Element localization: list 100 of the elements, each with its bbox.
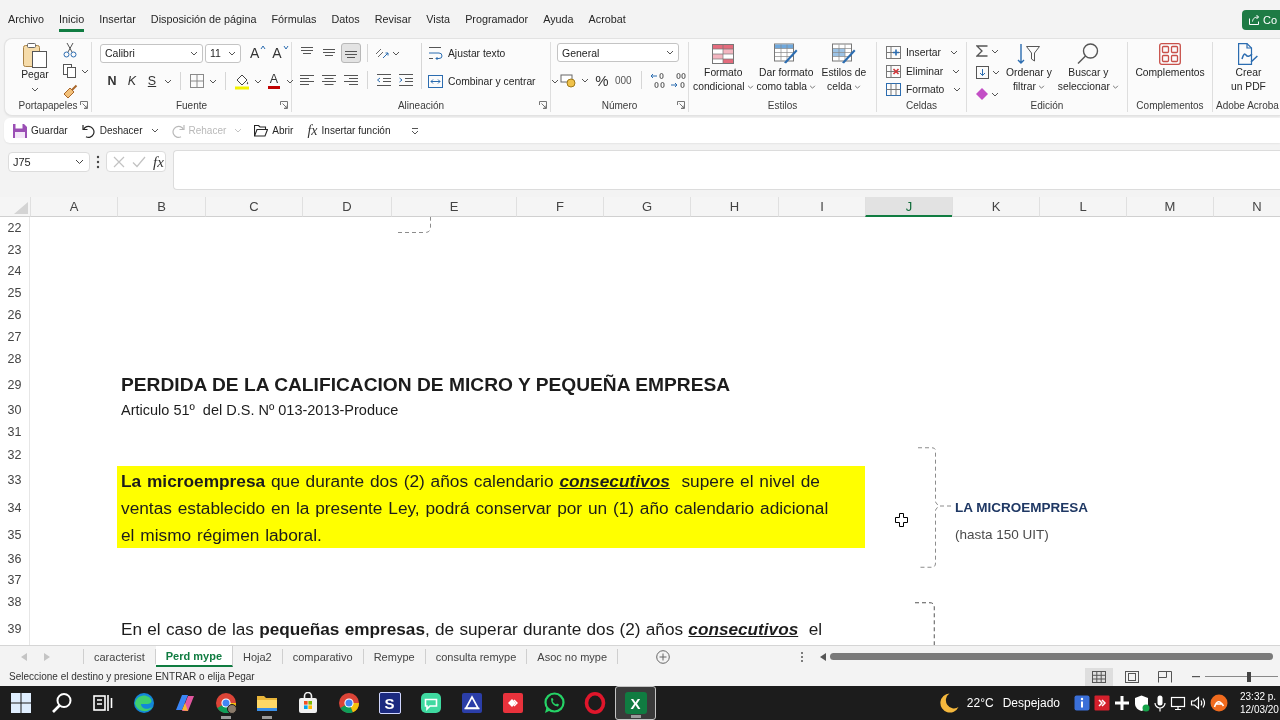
row-header[interactable]: 24 xyxy=(0,260,30,282)
caret-icon[interactable] xyxy=(392,50,400,56)
undo-button[interactable]: Deshacer xyxy=(81,123,143,138)
font-color-button[interactable]: A xyxy=(266,71,282,91)
row-header[interactable]: 37 xyxy=(0,569,30,591)
caret-icon[interactable] xyxy=(991,48,999,54)
sheet-tab[interactable]: comparativo xyxy=(282,649,364,664)
row-header[interactable]: 26 xyxy=(0,304,30,326)
find-select-button[interactable]: Buscar y seleccionar xyxy=(1057,42,1119,98)
sheet-tab[interactable]: Hoja2 xyxy=(233,649,283,664)
caret-icon[interactable] xyxy=(991,91,999,97)
eraser-icon[interactable] xyxy=(976,88,988,100)
ribbon-tab[interactable]: Ayuda xyxy=(543,10,574,32)
row-header[interactable]: 23 xyxy=(0,239,30,260)
caret-icon[interactable] xyxy=(992,70,1000,75)
thousands-button[interactable]: 000 xyxy=(615,70,632,90)
weather-text[interactable]: Despejado xyxy=(1002,696,1060,710)
more-options-icon[interactable] xyxy=(800,650,804,663)
taskbar-app-button[interactable]: X xyxy=(615,686,656,720)
percent-button[interactable]: % xyxy=(594,70,610,90)
insert-function-button[interactable]: fx xyxy=(153,153,164,170)
add-circle-icon[interactable] xyxy=(656,649,671,664)
speaker-icon[interactable] xyxy=(1190,695,1206,711)
cell-styles-button[interactable]: Estilos de celda xyxy=(818,42,869,98)
share-button[interactable]: Co xyxy=(1241,10,1280,30)
sheet-tab[interactable]: Perd mype xyxy=(155,646,233,667)
column-header[interactable]: M xyxy=(1126,197,1213,217)
merge-center-button[interactable]: Combinar y centrar xyxy=(428,71,559,91)
caret-icon[interactable] xyxy=(209,78,217,84)
dialog-launcher-icon[interactable] xyxy=(539,101,547,109)
column-header[interactable]: B xyxy=(117,197,205,217)
align-right-icon[interactable] xyxy=(344,74,358,86)
indent-increase-icon[interactable] xyxy=(399,74,413,86)
row-header[interactable]: 34 xyxy=(0,494,30,521)
shield-icon[interactable] xyxy=(1134,694,1150,712)
row-header[interactable]: 32 xyxy=(0,443,30,466)
sort-filter-button[interactable]: Ordenar y filtrar xyxy=(1006,42,1052,98)
caret-icon[interactable] xyxy=(150,128,159,133)
customize-toolbar-icon[interactable] xyxy=(410,126,421,135)
ribbon-tab[interactable]: Acrobat xyxy=(588,10,626,32)
caret-icon[interactable] xyxy=(164,78,172,84)
row-header[interactable]: 36 xyxy=(0,548,30,569)
info-icon[interactable] xyxy=(1074,695,1090,711)
sum-icon[interactable] xyxy=(976,45,988,57)
plus-icon[interactable] xyxy=(1114,695,1130,711)
caret-icon[interactable] xyxy=(254,78,262,84)
decimal-increase-icon[interactable] xyxy=(650,72,666,88)
align-center-icon[interactable] xyxy=(322,74,336,86)
format-cells-button[interactable]: Formato xyxy=(886,81,962,98)
money-icon[interactable] xyxy=(560,72,576,88)
clock-date[interactable]: 12/03/20 xyxy=(1240,703,1279,716)
copy-icon[interactable] xyxy=(62,63,78,79)
format-as-table-button[interactable]: Dar formato como tabla xyxy=(756,42,816,98)
fill-bucket-icon[interactable] xyxy=(234,72,250,90)
wrap-text-button[interactable]: Ajustar texto xyxy=(428,43,506,63)
column-header[interactable]: K xyxy=(952,197,1039,217)
column-header[interactable]: D xyxy=(302,197,391,217)
temperature-text[interactable]: 22°C xyxy=(966,696,994,710)
zoom-out-icon[interactable] xyxy=(1192,675,1200,678)
open-button[interactable]: Abrir xyxy=(254,124,294,137)
sheet-tab[interactable]: caracterist xyxy=(84,649,156,664)
dialog-launcher-icon[interactable] xyxy=(80,101,88,109)
align-left-icon[interactable] xyxy=(300,74,314,86)
row-header[interactable]: 25 xyxy=(0,282,30,304)
delete-cells-button[interactable]: Eliminar xyxy=(886,62,961,80)
conditional-format-button[interactable]: Formato condicional xyxy=(693,42,754,98)
name-box[interactable]: J75 xyxy=(8,152,90,172)
network-icon[interactable] xyxy=(1170,695,1186,711)
indent-decrease-icon[interactable] xyxy=(377,74,391,86)
shrink-font-button[interactable]: A xyxy=(272,43,289,63)
caret-icon[interactable] xyxy=(581,77,589,83)
column-header[interactable]: N xyxy=(1213,197,1280,217)
ribbon-tab[interactable]: Fórmulas xyxy=(271,10,317,32)
row-header[interactable]: 29 xyxy=(0,370,30,399)
ribbon-tab[interactable]: Revisar xyxy=(374,10,412,32)
sheet-tab[interactable]: Asoc no mype xyxy=(527,649,619,664)
caret-icon[interactable] xyxy=(286,78,294,84)
row-header[interactable]: 31 xyxy=(0,421,30,443)
row-header[interactable]: 22 xyxy=(0,217,30,239)
column-header[interactable]: I xyxy=(778,197,865,217)
arrows-tile-icon[interactable] xyxy=(1094,695,1110,711)
insert-cells-button[interactable]: Insertar xyxy=(886,44,958,61)
moon-icon[interactable] xyxy=(938,693,959,713)
ribbon-tab[interactable]: Disposición de página xyxy=(150,10,257,32)
column-header[interactable]: J xyxy=(865,197,952,217)
dialog-launcher-icon[interactable] xyxy=(280,101,288,109)
paste-button[interactable]: Pegar xyxy=(14,42,56,98)
sheet-tab[interactable]: Remype xyxy=(363,649,426,664)
caret-icon[interactable] xyxy=(81,68,89,74)
more-options-icon[interactable] xyxy=(96,155,100,169)
column-header[interactable]: A xyxy=(30,197,117,217)
font-size-dropdown[interactable]: 11 xyxy=(205,43,241,63)
column-header[interactable]: C xyxy=(205,197,302,217)
paintbrush-icon[interactable] xyxy=(62,84,78,100)
horizontal-scrollbar[interactable] xyxy=(830,653,1273,660)
font-family-dropdown[interactable]: Calibri xyxy=(100,43,203,63)
column-header[interactable]: E xyxy=(391,197,516,217)
view-button[interactable] xyxy=(1085,667,1113,686)
row-header[interactable]: 35 xyxy=(0,521,30,548)
scissors-icon[interactable] xyxy=(62,42,78,58)
